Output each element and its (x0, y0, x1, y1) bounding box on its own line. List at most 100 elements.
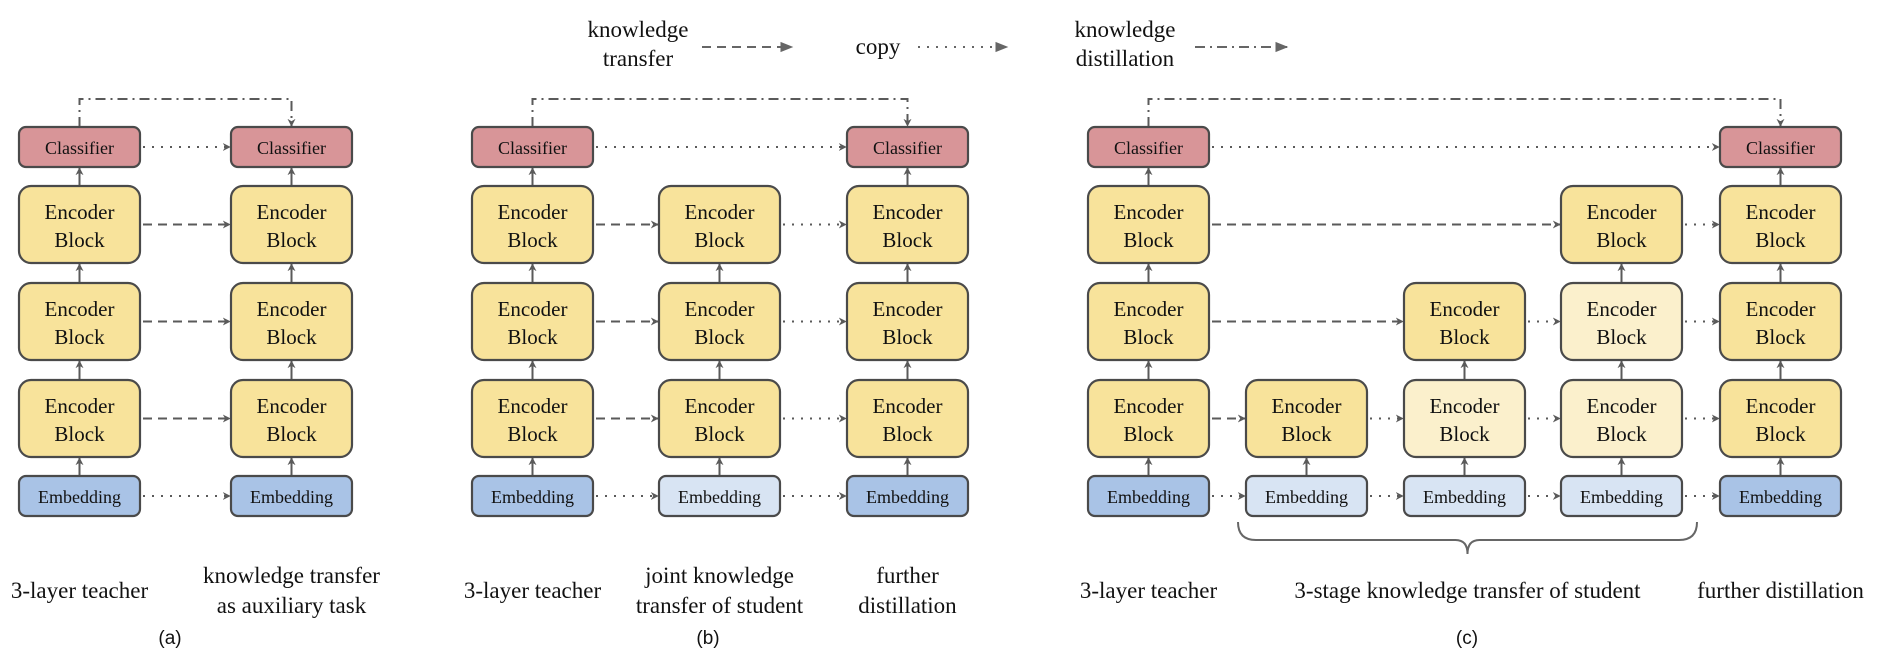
encoder-label: Encoder (1746, 394, 1816, 418)
encoder-label: Block (694, 228, 745, 252)
encoder-block: Encoder Block (1086, 378, 1211, 459)
column-caption: knowledge transfer (203, 563, 380, 588)
embedding-block: Embedding (657, 474, 782, 518)
classifier-label: Classifier (873, 138, 942, 158)
embedding-label: Embedding (1580, 487, 1663, 507)
encoder-label: Block (507, 228, 558, 252)
embedding-label: Embedding (38, 487, 121, 507)
encoder-label: Encoder (1746, 200, 1816, 224)
embedding-label: Embedding (1265, 487, 1348, 507)
encoder-label: Block (882, 228, 933, 252)
encoder-label: Encoder (257, 200, 327, 224)
encoder-block: Encoder Block (1559, 281, 1684, 362)
captions: 3-layer teacher knowledge transfer as auxi… (11, 563, 1864, 649)
column-caption: further (876, 563, 939, 588)
encoder-label: Encoder (1587, 394, 1657, 418)
classifier-block: Classifier (1718, 125, 1843, 169)
encoder-label: Block (54, 228, 105, 252)
encoder-label: Block (1123, 228, 1174, 252)
encoder-block: Encoder Block (17, 184, 142, 265)
column-caption: 3-layer teacher (11, 578, 149, 603)
encoder-block: Encoder Block (1718, 281, 1843, 362)
panel-label-a: (a) (158, 628, 181, 649)
encoder-label: Encoder (1430, 297, 1500, 321)
encoder-label: Block (266, 228, 317, 252)
classifier-label: Classifier (1114, 138, 1183, 158)
encoder-block: Encoder Block (470, 184, 595, 265)
encoder-block: Encoder Block (845, 184, 970, 265)
encoder-block: Encoder Block (845, 378, 970, 459)
column-caption: further distillation (1697, 578, 1864, 603)
embedding-label: Embedding (866, 487, 949, 507)
encoder-label: Block (694, 422, 745, 446)
encoder-label: Encoder (498, 394, 568, 418)
encoder-label: Encoder (1587, 297, 1657, 321)
encoder-label: Block (1755, 325, 1806, 349)
embedding-block: Embedding (1244, 474, 1369, 518)
encoder-label: Block (1596, 228, 1647, 252)
column-caption: distillation (858, 593, 957, 618)
encoder-block: Encoder Block (1718, 184, 1843, 265)
encoder-label: Encoder (257, 394, 327, 418)
embedding-block: Embedding (470, 474, 595, 518)
embedding-block: Embedding (17, 474, 142, 518)
encoder-label: Encoder (498, 200, 568, 224)
encoder-label: Block (507, 325, 558, 349)
embedding-block: Embedding (229, 474, 354, 518)
encoder-label: Block (266, 422, 317, 446)
encoder-block: Encoder Block (1402, 378, 1527, 459)
encoder-label: Encoder (1114, 297, 1184, 321)
encoder-label: Block (1123, 325, 1174, 349)
encoder-block: Encoder Block (1559, 184, 1684, 265)
classifier-block: Classifier (17, 125, 142, 169)
encoder-label: Encoder (1114, 200, 1184, 224)
encoder-block: Encoder Block (470, 378, 595, 459)
column-caption: 3-layer teacher (1080, 578, 1218, 603)
classifier-block: Classifier (845, 125, 970, 169)
distillation-arrow (1147, 98, 1785, 127)
embedding-block: Embedding (1086, 474, 1211, 518)
classifier-block: Classifier (229, 125, 354, 169)
encoder-label: Block (694, 325, 745, 349)
encoder-block: Encoder Block (657, 184, 782, 265)
encoder-block: Encoder Block (657, 378, 782, 459)
distillation-arrow (531, 98, 912, 127)
embedding-label: Embedding (1107, 487, 1190, 507)
column-caption: transfer of student (636, 593, 804, 618)
encoder-label: Block (54, 422, 105, 446)
encoder-block: Encoder Block (17, 378, 142, 459)
legend-item-knowledge-transfer: knowledge transfer (588, 17, 794, 71)
embedding-label: Embedding (1423, 487, 1506, 507)
panel-c: Classifier Encoder Block Encoder Block Encode… (1086, 125, 1843, 518)
encoder-label: Encoder (257, 297, 327, 321)
encoder-block: Encoder Block (657, 281, 782, 362)
panel-b: Classifier Encoder Block Encoder Block Encode… (470, 125, 970, 518)
classifier-block: Classifier (1086, 125, 1211, 169)
panel-a: Classifier Encoder Block Encoder Block Encode… (17, 125, 354, 518)
column-caption: 3-layer teacher (464, 578, 602, 603)
legend-item-copy: copy (856, 34, 1009, 59)
encoder-block: Encoder Block (1402, 281, 1527, 362)
encoder-label: Encoder (1430, 394, 1500, 418)
encoder-block: Encoder Block (1086, 184, 1211, 265)
legend: knowledge transfer copy knowledge distillati… (588, 17, 1289, 71)
encoder-label: Block (882, 325, 933, 349)
encoder-label: Block (266, 325, 317, 349)
encoder-label: Encoder (873, 297, 943, 321)
encoder-label: Block (882, 422, 933, 446)
encoder-block: Encoder Block (229, 281, 354, 362)
column-teacher: ClassifierEncoderBlockEncoderBlockEncode… (17, 125, 142, 518)
column-caption: as auxiliary task (217, 593, 367, 618)
embedding-label: Embedding (250, 487, 333, 507)
distillation-arrow (78, 98, 296, 127)
column-student: ClassifierEncoderBlockEncoderBlockEncode… (229, 125, 354, 518)
encoder-label: Encoder (873, 200, 943, 224)
blocks: Classifier Encoder Block Encoder Block Encode… (17, 125, 1843, 518)
encoder-label: Block (1123, 422, 1174, 446)
legend-label: copy (856, 34, 901, 59)
embedding-block: Embedding (1559, 474, 1684, 518)
encoder-block: Encoder Block (1086, 281, 1211, 362)
encoder-label: Encoder (1587, 200, 1657, 224)
embedding-block: Embedding (845, 474, 970, 518)
column-teacher: ClassifierEncoderBlockEncoderBlockEncode… (1086, 125, 1211, 518)
